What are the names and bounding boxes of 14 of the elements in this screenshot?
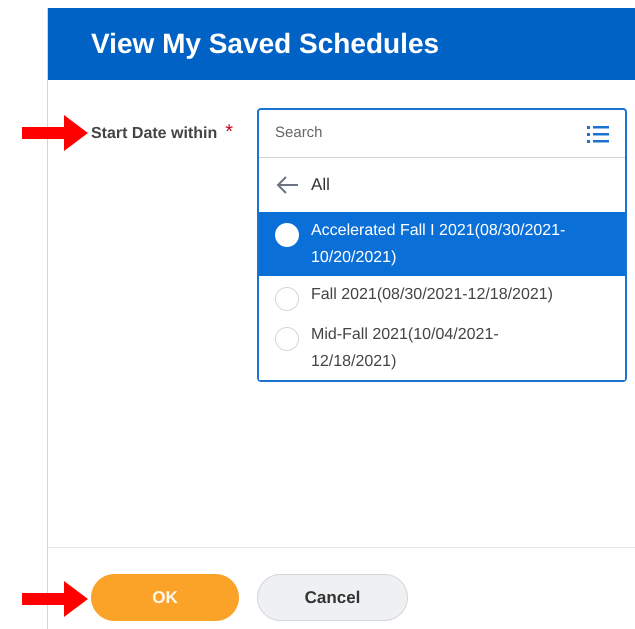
option-item[interactable]: Accelerated Fall I 2021(08/30/2021-10/20/2021) — [259, 212, 625, 276]
radio-button[interactable] — [275, 223, 299, 247]
arrow-icon — [22, 581, 88, 617]
back-arrow-icon — [275, 175, 299, 195]
list-icon[interactable] — [587, 124, 609, 142]
dialog-title: View My Saved Schedules — [91, 27, 440, 61]
radio-button[interactable] — [275, 327, 299, 351]
radio-button[interactable] — [275, 287, 299, 311]
field-label: Start Date within — [91, 124, 218, 144]
back-item[interactable]: All — [259, 158, 625, 212]
arrow-icon — [22, 115, 88, 151]
cancel-button[interactable]: Cancel — [257, 574, 408, 621]
required-mark: * — [225, 122, 234, 142]
search-field[interactable]: Search — [275, 122, 587, 145]
